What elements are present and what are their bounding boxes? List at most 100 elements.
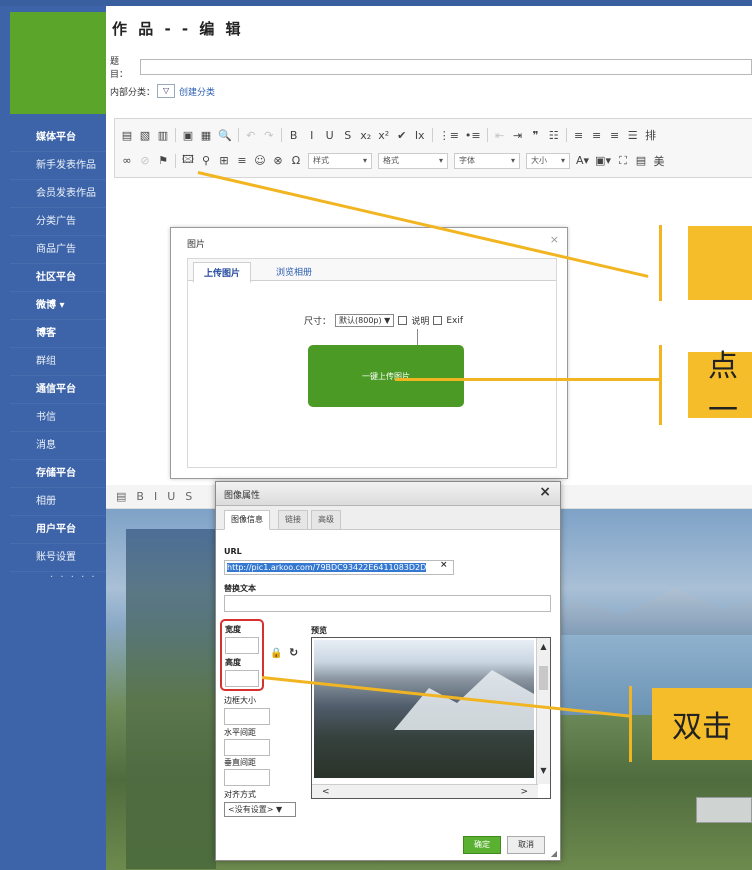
- toolbar-button-icon[interactable]: ☷: [548, 129, 560, 142]
- toolbar-button-icon[interactable]: ▤: [121, 129, 133, 142]
- sidebar-item[interactable]: 会员发表作品: [10, 180, 106, 208]
- tab-link[interactable]: 链接: [278, 510, 308, 530]
- sidebar-more[interactable]: · · · · ·: [10, 572, 106, 583]
- toolbar-button-icon[interactable]: ∞: [121, 154, 133, 167]
- vspace-input[interactable]: [224, 769, 270, 786]
- toolbar-button-icon[interactable]: Ω: [290, 154, 302, 167]
- toolbar-button-icon[interactable]: ⇥: [512, 129, 524, 142]
- toolbar-button-icon[interactable]: ⇤: [494, 129, 506, 142]
- sidebar-item[interactable]: 账号设置: [10, 544, 106, 572]
- scroll-down-icon[interactable]: ▼: [537, 766, 550, 775]
- toolbar-button-icon[interactable]: U: [324, 129, 336, 142]
- toolbar-button-icon[interactable]: ☰: [627, 129, 639, 142]
- scroll-right-icon[interactable]: >: [520, 787, 528, 797]
- sidebar-item[interactable]: 通信平台: [10, 376, 106, 404]
- cancel-button[interactable]: 取消: [507, 836, 545, 854]
- category-select[interactable]: ▽: [157, 84, 176, 98]
- toolbar-button-icon[interactable]: ≡: [609, 129, 621, 142]
- sidebar-item[interactable]: 微博 ▾: [10, 292, 106, 320]
- title-input[interactable]: [139, 59, 752, 75]
- toolbar-button-icon[interactable]: ▧: [139, 129, 151, 142]
- sidebar-item[interactable]: 博客: [10, 320, 106, 348]
- toolbar-button-icon[interactable]: I: [306, 129, 318, 142]
- toolbar-button-icon[interactable]: ⊗: [272, 154, 284, 167]
- toolbar-button-icon[interactable]: ✔: [396, 129, 408, 142]
- tab-image-info[interactable]: 图像信息: [224, 510, 270, 530]
- toolbar-button-icon[interactable]: ≡: [573, 129, 585, 142]
- sidebar-item[interactable]: 媒体平台: [10, 124, 106, 152]
- toolbar-button-icon[interactable]: B: [136, 490, 144, 503]
- sidebar-item[interactable]: 消息: [10, 432, 106, 460]
- toolbar-button-icon[interactable]: 美: [653, 153, 665, 169]
- toolbar-button-icon[interactable]: ▥: [157, 129, 169, 142]
- toolbar-button-icon[interactable]: ≡: [236, 154, 248, 167]
- toolbar-combo[interactable]: 样式 ▾: [308, 152, 372, 169]
- toolbar-combo[interactable]: 格式 ▾: [378, 152, 448, 169]
- scroll-thumb[interactable]: [539, 666, 548, 690]
- sidebar-item[interactable]: 社区平台: [10, 264, 106, 292]
- tab-advanced[interactable]: 高级: [311, 510, 341, 530]
- toolbar-button-icon[interactable]: 🔍: [218, 129, 232, 142]
- toolbar-button-icon[interactable]: ≡: [591, 129, 603, 142]
- toolbar-button-icon[interactable]: S: [342, 129, 354, 142]
- scroll-left-icon[interactable]: <: [322, 787, 330, 797]
- hspace-input[interactable]: [224, 739, 270, 756]
- toolbar-button-icon[interactable]: 🖾: [182, 151, 194, 170]
- vertical-scrollbar[interactable]: ▲ ▼: [536, 638, 550, 784]
- caption-checkbox[interactable]: [398, 316, 408, 325]
- toolbar-button-icon[interactable]: S: [185, 490, 192, 503]
- toolbar-button-icon[interactable]: ⊘: [139, 154, 151, 167]
- toolbar-button-icon[interactable]: ⚑: [157, 154, 169, 167]
- border-input[interactable]: [224, 708, 270, 725]
- toolbar-button-icon[interactable]: 排: [645, 127, 657, 143]
- height-input[interactable]: [225, 670, 259, 687]
- toolbar-button-icon[interactable]: ▣▾: [595, 154, 611, 167]
- sidebar-item[interactable]: 存储平台: [10, 460, 106, 488]
- scroll-up-icon[interactable]: ▲: [537, 642, 550, 651]
- sidebar-item[interactable]: 书信: [10, 404, 106, 432]
- size-select[interactable]: 默认(800p) ▼: [335, 314, 395, 327]
- close-icon[interactable]: ×: [550, 233, 559, 246]
- sidebar-item[interactable]: 群组: [10, 348, 106, 376]
- ok-button[interactable]: 确定: [463, 836, 501, 854]
- toolbar-button-icon[interactable]: ☺: [254, 154, 266, 167]
- site-logo[interactable]: [10, 12, 106, 114]
- toolbar-button-icon[interactable]: A▾: [576, 154, 589, 167]
- toolbar-button-icon[interactable]: U: [167, 490, 175, 503]
- sidebar-item[interactable]: 分类广告: [10, 208, 106, 236]
- close-icon[interactable]: ×: [539, 484, 551, 500]
- url-input[interactable]: http://pic1.arkoo.com/79BDC93422E6411083…: [224, 560, 454, 575]
- toolbar-button-icon[interactable]: I: [154, 490, 157, 503]
- toolbar-button-icon[interactable]: ▤: [635, 154, 647, 167]
- sidebar-item[interactable]: 用户平台: [10, 516, 106, 544]
- toolbar-button-icon[interactable]: x²: [378, 129, 390, 142]
- toolbar-button-icon[interactable]: ↶: [245, 129, 257, 142]
- reset-size-icon[interactable]: ↻: [289, 646, 298, 659]
- toolbar-button-icon[interactable]: •≡: [465, 129, 481, 142]
- align-select[interactable]: <没有设置> ▼: [224, 802, 296, 817]
- clear-icon[interactable]: ×: [440, 560, 448, 570]
- toolbar-button-icon[interactable]: ▤: [116, 490, 126, 503]
- alt-text-input[interactable]: [224, 595, 551, 612]
- toolbar-button-icon[interactable]: Ix: [414, 129, 426, 142]
- width-input[interactable]: [225, 637, 259, 654]
- exif-checkbox[interactable]: [433, 316, 443, 325]
- toolbar-button-icon[interactable]: ▣: [182, 129, 194, 142]
- sidebar-item[interactable]: 新手发表作品: [10, 152, 106, 180]
- toolbar-button-icon[interactable]: x₂: [360, 129, 372, 142]
- toolbar-button-icon[interactable]: ❞: [530, 129, 542, 142]
- toolbar-button-icon[interactable]: ⚲: [200, 154, 212, 167]
- sidebar-item[interactable]: 商品广告: [10, 236, 106, 264]
- resize-grip-icon[interactable]: ◢: [551, 849, 557, 858]
- toolbar-button-icon[interactable]: B: [288, 129, 300, 142]
- toolbar-combo[interactable]: 字体 ▾: [454, 152, 520, 169]
- create-category-link[interactable]: 创建分类: [179, 85, 215, 98]
- toolbar-button-icon[interactable]: ⊞: [218, 154, 230, 167]
- toolbar-combo[interactable]: 大小 ▾: [526, 152, 570, 169]
- toolbar-button-icon[interactable]: ⛶: [617, 154, 629, 168]
- horizontal-scrollbar[interactable]: < >: [312, 784, 538, 798]
- tab-browse-album[interactable]: 浏览相册: [266, 262, 322, 281]
- sidebar-item[interactable]: 相册: [10, 488, 106, 516]
- tab-upload-image[interactable]: 上传图片: [193, 262, 252, 283]
- toolbar-button-icon[interactable]: ▦: [200, 129, 212, 142]
